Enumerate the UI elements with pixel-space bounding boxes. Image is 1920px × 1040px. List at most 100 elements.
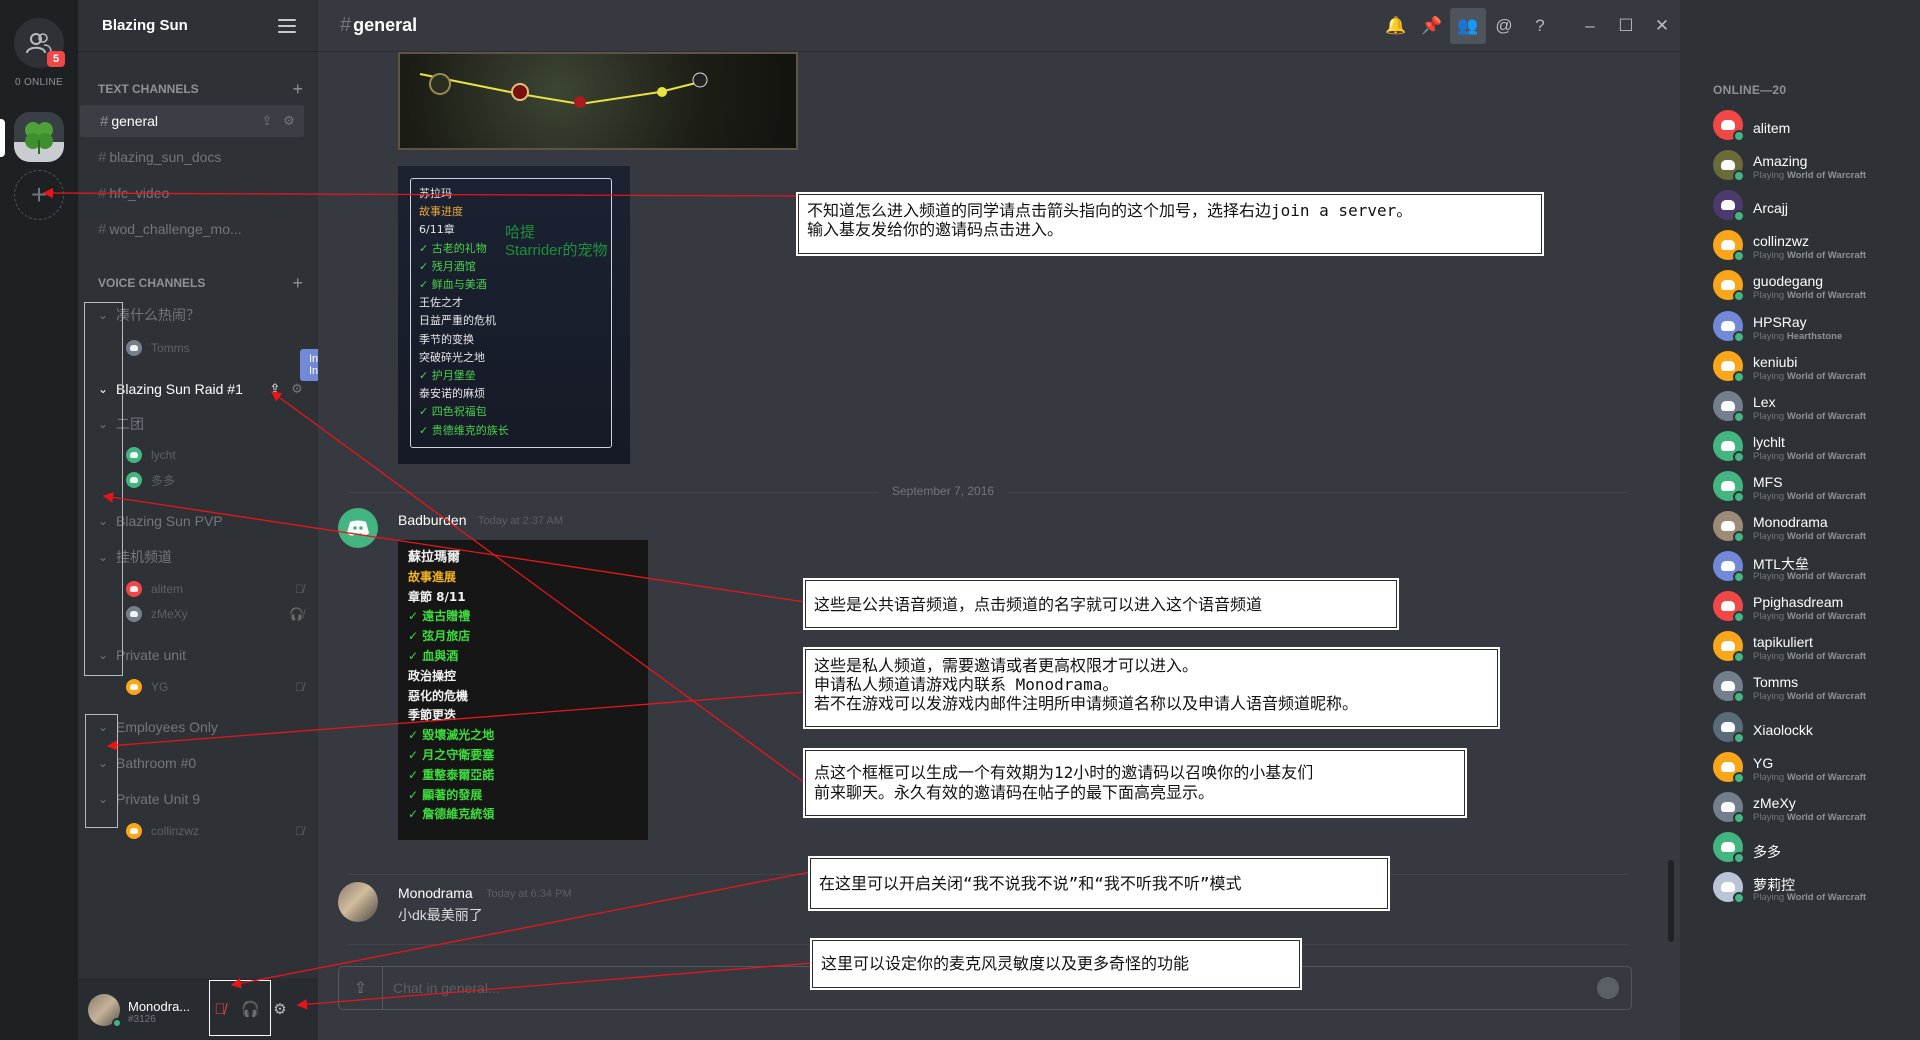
bell-icon[interactable]: 🔔 — [1378, 8, 1414, 44]
chat-scrollbar[interactable] — [1668, 860, 1674, 942]
guild-header[interactable]: Blazing Sun — [78, 0, 318, 52]
emoji-icon[interactable] — [1597, 977, 1619, 999]
attachment-image-quest-tw[interactable]: 蘇拉瑪爾 故事進展 章節 8/11 ✓ 遠古贈禮 ✓ 弦月旅店 ✓ 血與酒 政治操控 惡化的… — [398, 540, 648, 840]
private-channels-outline — [85, 714, 118, 828]
avatar[interactable] — [338, 508, 378, 548]
member-list: ONLINE—20 alitem Amazing Playing World of … — [1680, 0, 1920, 1040]
close-icon[interactable]: ✕ — [1644, 8, 1680, 44]
member-row[interactable]: MTL大垒 Playing World of Warcraft — [1713, 547, 1913, 587]
voice-user[interactable]: lycht — [126, 444, 304, 466]
instant-invite-icon[interactable]: ⇪ — [268, 382, 282, 396]
message-author[interactable]: Badburden — [398, 512, 467, 528]
server-blazing-sun[interactable] — [14, 112, 64, 162]
member-row[interactable]: Arcajj — [1713, 186, 1913, 226]
quest-overlay-text: 哈提 Starrider的宠物 — [505, 224, 608, 259]
member-row[interactable]: YG Playing World of Warcraft — [1713, 748, 1913, 788]
mention-icon[interactable]: @ — [1486, 8, 1522, 44]
online-status-dot — [1733, 450, 1745, 463]
quest-line: ✓ 残月酒馆 — [419, 259, 476, 273]
voice-channel[interactable]: ⌄ Private unit — [98, 644, 304, 666]
voice-channel-raid[interactable]: ⌄ Blazing Sun Raid #1 ⇪ ⚙ — [98, 378, 304, 400]
maximize-icon[interactable]: ☐ — [1608, 8, 1644, 44]
member-row[interactable]: guodegang Playing World of Warcraft — [1713, 266, 1913, 306]
annotation-join-server: 不知道怎么进入频道的同学请点击箭头指向的这个加号，选择右边join a serv… — [796, 192, 1544, 256]
member-row[interactable]: Monodrama Playing World of Warcraft — [1713, 507, 1913, 547]
member-activity: Playing World of Warcraft — [1753, 651, 1866, 663]
member-row[interactable]: alitem — [1713, 106, 1913, 146]
voice-channel[interactable]: ⌄ Private Unit 9 — [98, 788, 304, 810]
member-name: Monodrama — [1753, 514, 1828, 530]
member-list-icon[interactable]: 👥 — [1450, 8, 1486, 44]
member-row[interactable]: lychlt Playing World of Warcraft — [1713, 427, 1913, 467]
voice-channel[interactable]: ⌄ 二团 — [98, 413, 304, 435]
online-status-dot — [1733, 130, 1745, 142]
message-author[interactable]: Monodrama — [398, 885, 473, 901]
voice-channel[interactable]: ⌄ 挂机频道 — [98, 546, 304, 568]
member-name: 多多 — [1753, 843, 1781, 860]
help-icon[interactable]: ? — [1522, 8, 1558, 44]
avatar — [126, 606, 142, 622]
minimize-icon[interactable]: – — [1572, 8, 1608, 44]
message-timestamp: Today at 2:37 AM — [478, 515, 563, 527]
member-row[interactable]: Xiaolockk — [1713, 708, 1913, 748]
member-row[interactable]: MFS Playing World of Warcraft — [1713, 467, 1913, 507]
message-text: 小dk最美丽了 — [398, 907, 483, 923]
voice-user[interactable]: zMeXy 🎧̸ — [126, 603, 304, 625]
member-row[interactable]: collinzwz Playing World of Warcraft — [1713, 226, 1913, 266]
member-row[interactable]: zMeXy Playing World of Warcraft — [1713, 788, 1913, 828]
header-toolbar: 🔔 📌 👥 @ ? – ☐ ✕ — [1378, 0, 1680, 52]
member-row[interactable]: tapikuliert Playing World of Warcraft — [1713, 627, 1913, 667]
quest-line: 日益严重的危机 — [419, 314, 496, 328]
add-text-channel-icon[interactable]: + — [292, 79, 303, 100]
member-row[interactable]: Tomms Playing World of Warcraft — [1713, 667, 1913, 707]
add-voice-channel-icon[interactable]: + — [292, 273, 303, 294]
mic-muted-icon: 🎙̸ — [295, 680, 304, 694]
channel-hfc-video[interactable]: # hfc_video — [78, 177, 304, 209]
voice-channel[interactable]: ⌄ 凑什么热闹？ — [98, 304, 304, 326]
member-row[interactable]: HPSRay Playing Hearthstone — [1713, 307, 1913, 347]
voice-channels-header[interactable]: VOICE CHANNELS + — [98, 273, 303, 294]
upload-icon[interactable]: ⇪ — [339, 967, 383, 1009]
attachment-image-map[interactable] — [398, 52, 798, 150]
member-row[interactable]: Amazing Playing World of Warcraft — [1713, 146, 1913, 186]
gear-icon[interactable]: ⚙ — [290, 382, 304, 396]
member-row[interactable]: 萝莉控 Playing World of Warcraft — [1713, 868, 1913, 908]
voice-user[interactable]: Tomms — [126, 337, 304, 359]
quest-line: 章節 8/11 — [408, 589, 466, 604]
online-status-dot — [1733, 651, 1745, 664]
member-name: keniubi — [1753, 353, 1798, 370]
channel-wod-challenge[interactable]: # wod_challenge_mo... — [78, 213, 304, 245]
quest-line: 季節更迭 — [408, 708, 457, 723]
quest-line: 政治操控 — [408, 668, 457, 683]
quest-line: 惡化的危機 — [408, 688, 469, 703]
online-status-dot — [1733, 891, 1745, 904]
add-server-button[interactable]: + — [14, 170, 64, 220]
voice-user[interactable]: alitem 🎙̸ — [126, 578, 304, 600]
member-row[interactable]: Ppighasdream Playing World of Warcraft — [1713, 587, 1913, 627]
quest-line: ✓ 四色祝福包 — [419, 405, 487, 419]
voice-channel[interactable]: ⌄ Blazing Sun PVP — [98, 510, 304, 532]
quest-line: ✓ 遠古贈禮 — [408, 609, 471, 624]
text-channels-header[interactable]: TEXT CHANNELS + — [98, 79, 303, 100]
gear-icon[interactable]: ⚙ — [271, 1001, 289, 1019]
voice-user[interactable]: 多多 — [126, 469, 304, 491]
channel-blazing-sun-docs[interactable]: # blazing_sun_docs — [78, 141, 304, 173]
pin-icon[interactable]: 📌 — [1414, 8, 1450, 44]
channel-general[interactable]: # general ⇪ ⚙ — [80, 105, 304, 137]
menu-icon[interactable] — [278, 18, 296, 33]
attachment-image-quest-cn[interactable]: 苏拉玛 故事进度 6/11章 ✓ 古老的礼物 ✓ 残月酒馆 ✓ 鲜血与美酒 王佐之才 日益严… — [398, 166, 630, 464]
members-header: ONLINE—20 — [1713, 83, 1787, 97]
invite-icon[interactable]: ⇪ — [260, 114, 274, 128]
voice-user[interactable]: collinzwz 🎙̸ — [126, 820, 304, 842]
member-name: guodegang — [1753, 273, 1824, 290]
member-row[interactable]: 多多 — [1713, 828, 1913, 868]
voice-user[interactable]: YG 🎙̸ — [126, 676, 304, 698]
quest-line: ✓ 护月堡垒 — [419, 369, 476, 383]
gear-icon[interactable]: ⚙ — [282, 114, 296, 128]
member-activity: Playing World of Warcraft — [1753, 611, 1866, 623]
voice-channel[interactable]: ⌄ Employees Only — [98, 716, 304, 738]
member-row[interactable]: Lex Playing World of Warcraft — [1713, 387, 1913, 427]
avatar[interactable] — [338, 882, 378, 922]
member-row[interactable]: keniubi Playing World of Warcraft — [1713, 347, 1913, 387]
voice-channel[interactable]: ⌄ Bathroom #0 — [98, 752, 304, 774]
